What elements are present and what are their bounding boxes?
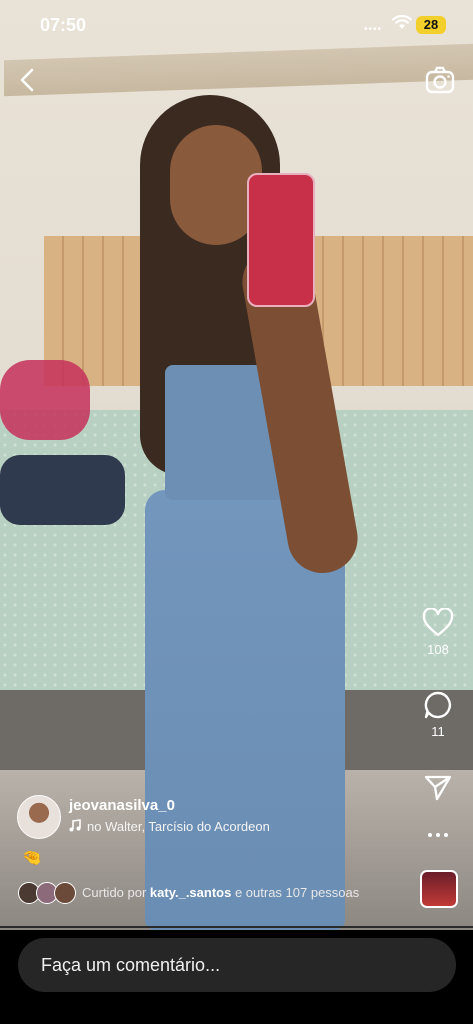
liked-by-user[interactable]: katy._.santos — [150, 885, 231, 900]
post-author[interactable]: jeovanasilva_0 no Walter, Tarcísio do Ac… — [17, 795, 317, 839]
liked-by-text: Curtido por katy._.santos e outras 107 p… — [82, 885, 359, 900]
send-icon — [424, 775, 452, 801]
status-time: 07:50 — [40, 15, 87, 35]
chevron-left-icon[interactable] — [12, 62, 44, 98]
camera-icon[interactable] — [424, 64, 456, 96]
comment-placeholder: Faça um comentário... — [41, 955, 221, 975]
caption-emoji: 🤏 — [22, 850, 42, 867]
phone — [247, 173, 315, 307]
liked-by-suffix: e outras 107 pessoas — [231, 885, 360, 900]
wifi-icon — [392, 14, 412, 29]
liked-by-row[interactable]: Curtido por katy._.santos e outras 107 p… — [18, 882, 438, 904]
comment-input[interactable]: Faça um comentário... — [18, 938, 456, 992]
music-title: no Walter, Tarcísio do Acordeon — [87, 819, 269, 834]
signal-dots-icon: •••• — [364, 24, 383, 35]
avatar — [54, 882, 76, 904]
comment-bubble-icon — [424, 691, 452, 719]
clothes-pile — [0, 360, 90, 440]
more-options-button[interactable] — [412, 826, 464, 844]
username[interactable]: jeovanasilva_0 — [69, 797, 175, 814]
status-bar: 07:50 •••• 28 — [0, 0, 473, 52]
battery-indicator: 28 — [416, 16, 446, 34]
comments-count: 11 — [431, 724, 445, 739]
music-note-icon — [69, 819, 81, 832]
heart-icon — [422, 608, 454, 637]
comment-button[interactable]: 11 — [412, 690, 464, 739]
liked-by-prefix: Curtido por — [82, 885, 150, 900]
divider — [0, 926, 473, 928]
likes-count: 108 — [427, 642, 449, 657]
music-info[interactable]: no Walter, Tarcísio do Acordeon — [69, 819, 269, 834]
share-button[interactable] — [412, 772, 464, 802]
more-dots-icon — [428, 833, 448, 837]
avatar[interactable] — [17, 795, 61, 839]
like-button[interactable]: 108 — [412, 608, 464, 657]
audio-thumbnail[interactable] — [420, 870, 458, 908]
reel-video-frame[interactable] — [0, 0, 473, 930]
clothes-pile — [0, 455, 125, 525]
